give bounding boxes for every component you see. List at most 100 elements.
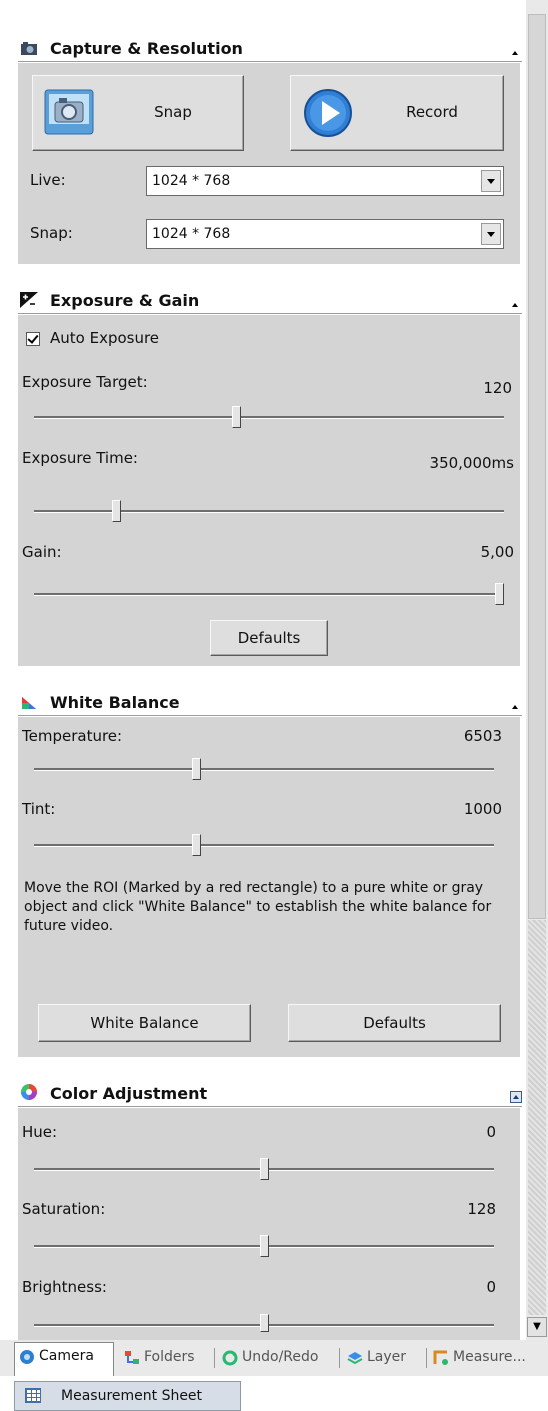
capture-section-body: Snap Record Live: 1024 * 768 Snap: 1024 … (18, 63, 520, 264)
measurement-sheet-label: Measurement Sheet (61, 1388, 203, 1404)
temperature-slider-track[interactable] (34, 768, 494, 771)
section-title: Capture & Resolution (50, 39, 243, 58)
exposure-defaults-button[interactable]: Defaults (210, 620, 328, 656)
camera-tab-icon (20, 1350, 34, 1364)
exposure-section-header[interactable]: Exposure & Gain (18, 286, 522, 314)
play-icon (304, 89, 352, 137)
exposure-target-label: Exposure Target: (22, 373, 148, 391)
tab-label: Layer (367, 1349, 407, 1365)
snap-resolution-value: 1024 * 768 (152, 226, 231, 242)
exposure-time-slider[interactable] (112, 500, 122, 522)
tab-folders[interactable]: Folders (120, 1344, 210, 1372)
tint-slider-track[interactable] (34, 844, 494, 847)
white-balance-button[interactable]: White Balance (38, 1004, 251, 1042)
snap-button[interactable]: Snap (32, 75, 244, 151)
auto-exposure-checkbox[interactable] (26, 332, 40, 346)
tab-divider (214, 1348, 215, 1368)
record-button-label: Record (406, 103, 458, 121)
snap-camera-icon (44, 89, 94, 135)
exposure-time-label: Exposure Time: (22, 449, 138, 467)
section-title: White Balance (50, 693, 180, 712)
white-balance-icon (22, 697, 36, 709)
tab-camera[interactable]: Camera (14, 1342, 114, 1377)
white-balance-section-body: Temperature: 6503 Tint: 1000 Move the RO… (18, 717, 520, 1057)
tint-label: Tint: (22, 800, 56, 818)
collapse-icon[interactable] (512, 704, 518, 710)
chevron-down-icon[interactable] (481, 223, 501, 245)
auto-exposure-label: Auto Exposure (50, 329, 160, 347)
temperature-label: Temperature: (22, 727, 123, 745)
hue-label: Hue: (22, 1123, 58, 1141)
color-adjustment-section-body: Hue: 0 Saturation: 128 Brightness: 0 (18, 1108, 520, 1340)
section-title: Exposure & Gain (50, 291, 200, 310)
tint-slider[interactable] (191, 834, 201, 856)
white-balance-button-label: White Balance (90, 1014, 199, 1032)
live-resolution-value: 1024 * 768 (152, 173, 231, 189)
tab-label: Folders (144, 1349, 195, 1365)
exposure-icon (20, 292, 38, 308)
tab-label: Measure... (453, 1349, 526, 1365)
camera-icon (21, 42, 37, 55)
gain-value: 5,00 (480, 543, 514, 561)
exposure-target-value: 120 (483, 379, 512, 397)
scrollbar-thumb[interactable] (528, 14, 546, 919)
divider (18, 61, 522, 62)
section-title: Color Adjustment (50, 1084, 208, 1103)
white-balance-defaults-button[interactable]: Defaults (288, 1004, 501, 1042)
measurement-sheet-tab[interactable]: Measurement Sheet (14, 1381, 241, 1411)
temperature-slider[interactable] (191, 758, 201, 780)
divider (18, 313, 522, 314)
layer-icon (347, 1352, 363, 1365)
scroll-down-button[interactable]: ▼ (527, 1317, 547, 1337)
tab-divider (339, 1348, 340, 1368)
temperature-value: 6503 (463, 727, 502, 745)
undo-redo-icon (222, 1350, 238, 1366)
live-label: Live: (30, 171, 66, 189)
exposure-time-slider-track[interactable] (34, 510, 504, 513)
brightness-slider[interactable] (259, 1314, 269, 1332)
divider (18, 1106, 522, 1107)
defaults-button-label: Defaults (237, 629, 301, 647)
divider (18, 715, 522, 716)
hue-value: 0 (486, 1123, 496, 1141)
white-balance-instructions: Move the ROI (Marked by a red rectangle)… (24, 880, 492, 934)
tint-value: 1000 (463, 800, 502, 818)
gain-label: Gain: (22, 543, 62, 561)
scrollbar-track[interactable] (528, 920, 546, 1315)
live-resolution-select[interactable]: 1024 * 768 (146, 166, 504, 196)
exposure-time-value: 350,000ms (429, 454, 514, 472)
tab-divider (426, 1348, 427, 1368)
brightness-label: Brightness: (22, 1278, 107, 1296)
saturation-value: 128 (467, 1200, 496, 1218)
white-balance-section-header[interactable]: White Balance (18, 688, 522, 716)
camera-panel: ▼ Capture & Resolution Snap Record Live:… (0, 0, 548, 1340)
hue-slider[interactable] (259, 1158, 269, 1180)
snap-label: Snap: (30, 224, 73, 242)
folders-icon (125, 1351, 139, 1364)
gain-slider-track[interactable] (34, 593, 504, 596)
collapse-icon[interactable] (512, 50, 518, 56)
snap-button-label: Snap (154, 103, 192, 121)
exposure-target-slider-track[interactable] (34, 416, 504, 419)
color-wheel-icon (21, 1084, 37, 1100)
capture-section-header[interactable]: Capture & Resolution (18, 34, 522, 62)
chevron-down-icon[interactable] (481, 170, 501, 192)
tab-measure[interactable]: Measure... (429, 1344, 547, 1372)
defaults-button-label: Defaults (363, 1014, 426, 1032)
measure-icon (433, 1350, 448, 1365)
record-button[interactable]: Record (290, 75, 504, 151)
tab-undo-redo[interactable]: Undo/Redo (218, 1344, 336, 1372)
tab-label: Camera (39, 1348, 94, 1364)
gain-slider[interactable] (495, 583, 504, 605)
color-adjustment-section-header[interactable]: Color Adjustment (18, 1079, 522, 1107)
snap-resolution-select[interactable]: 1024 * 768 (146, 219, 504, 249)
brightness-value: 0 (486, 1278, 496, 1296)
collapse-icon[interactable] (512, 302, 518, 308)
bottom-sheet-bar: Measurement Sheet (0, 1376, 548, 1411)
table-icon (25, 1388, 41, 1403)
saturation-slider[interactable] (259, 1235, 269, 1257)
exposure-target-slider[interactable] (232, 406, 242, 428)
expand-icon[interactable] (510, 1091, 522, 1103)
tab-layer[interactable]: Layer (343, 1344, 423, 1372)
panel-tab-strip: Camera Folders Undo/Redo Layer Measure..… (0, 1340, 548, 1377)
